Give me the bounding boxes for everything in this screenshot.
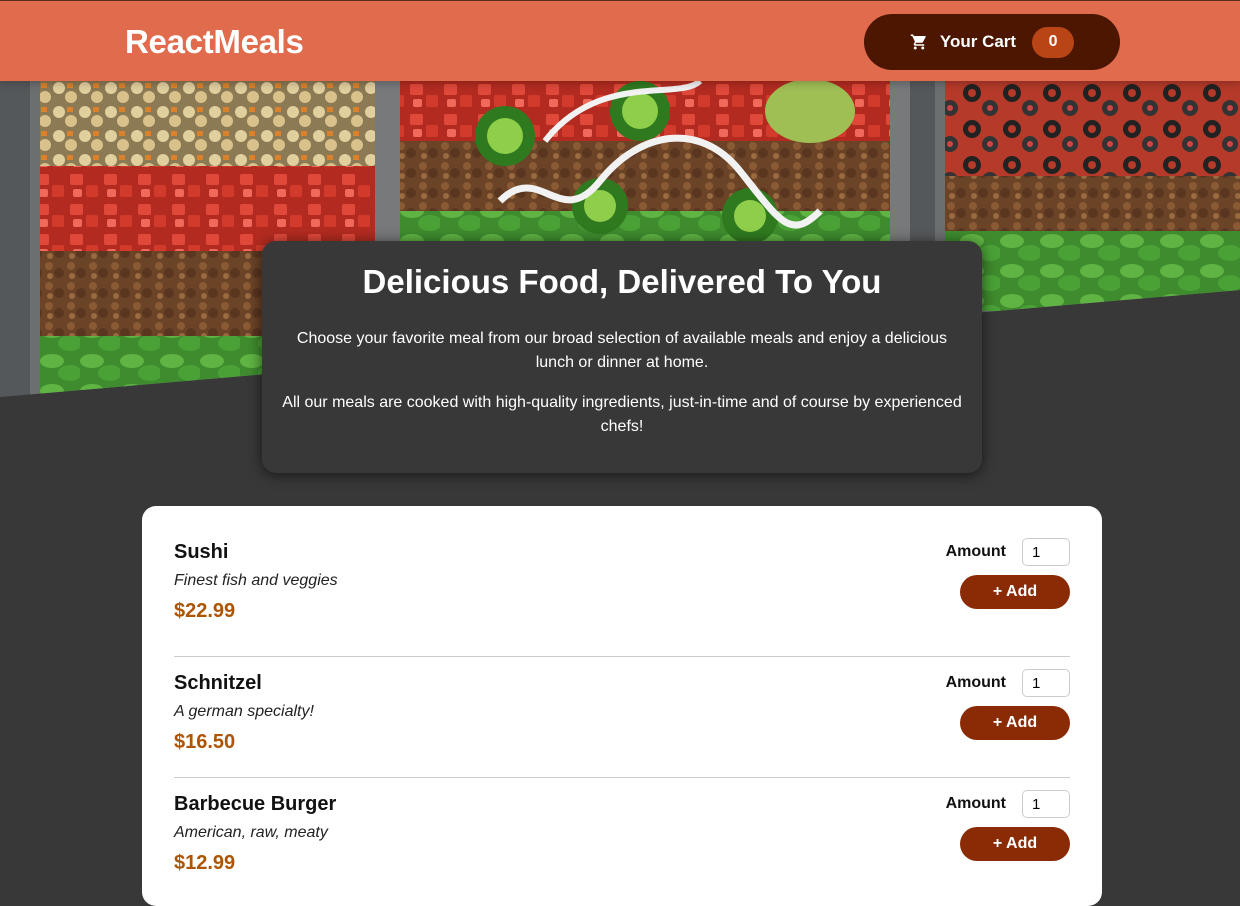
amount-input[interactable] — [1022, 790, 1070, 818]
cart-label: Your Cart — [939, 32, 1017, 51]
add-button[interactable]: + Add — [960, 575, 1070, 609]
meal-description: American, raw, meaty — [174, 824, 328, 841]
app-header: ReactMeals Your Cart 0 — [0, 0, 1240, 81]
meal-price: $22.99 — [174, 600, 236, 622]
summary-paragraph-2: All our meals are cooked with high-quali… — [282, 394, 962, 435]
brand-title: ReactMeals — [125, 23, 304, 60]
add-button[interactable]: + Add — [960, 827, 1070, 861]
meal-price: $16.50 — [174, 731, 236, 753]
meal-item: Barbecue Burger American, raw, meaty $12… — [174, 778, 1070, 899]
add-button[interactable]: + Add — [960, 706, 1070, 740]
summary-paragraph-1: Choose your favorite meal from our broad… — [296, 330, 948, 371]
meal-price: $12.99 — [174, 852, 236, 874]
summary-title: Delicious Food, Delivered To You — [362, 263, 882, 300]
amount-label: Amount — [945, 795, 1006, 812]
cart-count-badge: 0 — [1032, 26, 1075, 58]
meal-name: Sushi — [174, 541, 229, 563]
meals-list: Sushi Finest fish and veggies $22.99 Amo… — [142, 506, 1102, 906]
amount-label: Amount — [945, 674, 1006, 691]
meal-description: A german specialty! — [174, 703, 314, 720]
summary-card: Delicious Food, Delivered To You Choose … — [262, 241, 982, 473]
meal-item: Sushi Finest fish and veggies $22.99 Amo… — [174, 536, 1070, 657]
amount-input[interactable] — [1022, 538, 1070, 566]
cart-icon — [910, 33, 928, 51]
meal-name: Schnitzel — [174, 672, 262, 694]
cart-button[interactable]: Your Cart 0 — [864, 14, 1120, 70]
amount-label: Amount — [945, 543, 1006, 560]
meal-description: Finest fish and veggies — [174, 572, 338, 589]
amount-input[interactable] — [1022, 669, 1070, 697]
meal-item: Schnitzel A german specialty! $16.50 Amo… — [174, 657, 1070, 778]
meal-name: Barbecue Burger — [174, 793, 337, 815]
